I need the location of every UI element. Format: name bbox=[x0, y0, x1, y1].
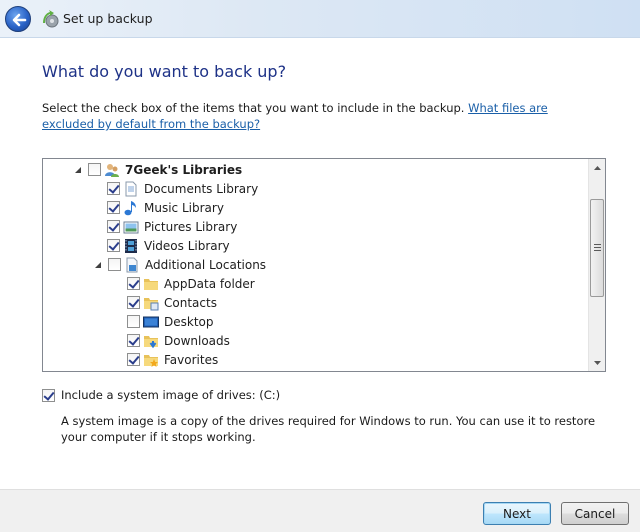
tree-item-label: Documents Library bbox=[144, 181, 259, 196]
locations-icon bbox=[126, 257, 138, 272]
checkbox[interactable] bbox=[127, 353, 140, 366]
grip-icon bbox=[594, 244, 601, 251]
scroll-up-arrow-icon bbox=[594, 165, 601, 170]
scroll-up-button[interactable] bbox=[589, 159, 605, 176]
tree-item-label: Videos Library bbox=[144, 238, 230, 253]
checkbox[interactable] bbox=[107, 182, 120, 195]
checkbox[interactable] bbox=[127, 277, 140, 290]
checkbox[interactable] bbox=[127, 315, 140, 328]
vertical-scrollbar[interactable] bbox=[588, 159, 605, 371]
checkbox[interactable] bbox=[107, 220, 120, 233]
folder-icon bbox=[144, 278, 158, 290]
tree-item-documents-library[interactable]: Documents Library bbox=[107, 179, 258, 198]
tree-item-label: Favorites bbox=[164, 352, 219, 367]
downloads-folder-icon bbox=[144, 335, 158, 348]
expanded-triangle-icon bbox=[75, 166, 81, 173]
system-image-option[interactable]: Include a system image of drives: (C:) bbox=[42, 388, 280, 402]
intro-sentence: Select the check box of the items that y… bbox=[42, 101, 465, 115]
picture-icon bbox=[123, 221, 139, 233]
tree-item-appdata-folder[interactable]: AppData folder bbox=[127, 274, 255, 293]
checkbox[interactable] bbox=[127, 334, 140, 347]
tree-item-pictures-library[interactable]: Pictures Library bbox=[107, 217, 237, 236]
desktop-icon bbox=[143, 316, 159, 327]
cancel-button[interactable]: Cancel bbox=[561, 502, 629, 525]
checkbox[interactable] bbox=[107, 239, 120, 252]
back-button[interactable] bbox=[5, 6, 31, 32]
backup-icon bbox=[43, 10, 59, 28]
checkbox[interactable] bbox=[127, 296, 140, 309]
tree-item-partial bbox=[127, 369, 143, 371]
system-image-checkbox[interactable] bbox=[42, 388, 55, 402]
expand-toggle[interactable] bbox=[73, 165, 83, 175]
tree-item-user-libraries[interactable]: 7Geek's Libraries bbox=[73, 160, 242, 179]
system-image-label: Include a system image of drives: (C:) bbox=[61, 388, 281, 402]
scroll-down-arrow-icon bbox=[594, 360, 601, 365]
document-icon bbox=[125, 181, 137, 196]
checkbox[interactable] bbox=[88, 163, 101, 176]
tree-item-label: Additional Locations bbox=[145, 257, 267, 272]
system-image-description: A system image is a copy of the drives r… bbox=[61, 414, 596, 444]
film-icon bbox=[125, 238, 137, 253]
expanded-triangle-icon bbox=[95, 261, 101, 268]
tree-item-label: Downloads bbox=[164, 333, 230, 348]
checkbox[interactable] bbox=[108, 258, 121, 271]
tree-item-desktop[interactable]: Desktop bbox=[127, 312, 214, 331]
next-button[interactable]: Next bbox=[483, 502, 551, 525]
tree-item-label: Pictures Library bbox=[144, 219, 238, 234]
intro-text: Select the check box of the items that y… bbox=[42, 100, 602, 132]
tree-item-music-library[interactable]: Music Library bbox=[107, 198, 224, 217]
tree-item-label: 7Geek's Libraries bbox=[125, 162, 243, 177]
window-title: Set up backup bbox=[63, 11, 153, 26]
expand-toggle[interactable] bbox=[93, 260, 103, 270]
tree-item-downloads[interactable]: Downloads bbox=[127, 331, 230, 350]
scroll-thumb[interactable] bbox=[590, 199, 604, 297]
contacts-folder-icon bbox=[144, 297, 159, 310]
page-heading: What do you want to back up? bbox=[42, 62, 287, 81]
user-libraries-icon bbox=[105, 163, 119, 177]
title-bar: Set up backup bbox=[0, 0, 640, 38]
tree-item-label: AppData folder bbox=[164, 276, 255, 291]
tree-item-label: Contacts bbox=[164, 295, 217, 310]
favorites-folder-icon bbox=[144, 354, 158, 367]
tree-item-favorites[interactable]: Favorites bbox=[127, 350, 218, 369]
back-arrow-icon bbox=[12, 13, 27, 27]
tree-item-label: Music Library bbox=[144, 200, 224, 215]
music-note-icon bbox=[124, 200, 136, 215]
tree-item-contacts[interactable]: Contacts bbox=[127, 293, 217, 312]
tree-item-videos-library[interactable]: Videos Library bbox=[107, 236, 230, 255]
checkbox[interactable] bbox=[107, 201, 120, 214]
scroll-down-button[interactable] bbox=[589, 354, 605, 371]
tree-item-label: Desktop bbox=[164, 314, 214, 329]
tree-item-additional-locations[interactable]: Additional Locations bbox=[93, 255, 266, 274]
backup-items-tree[interactable]: 7Geek's Libraries Documents Library Musi… bbox=[42, 158, 606, 372]
